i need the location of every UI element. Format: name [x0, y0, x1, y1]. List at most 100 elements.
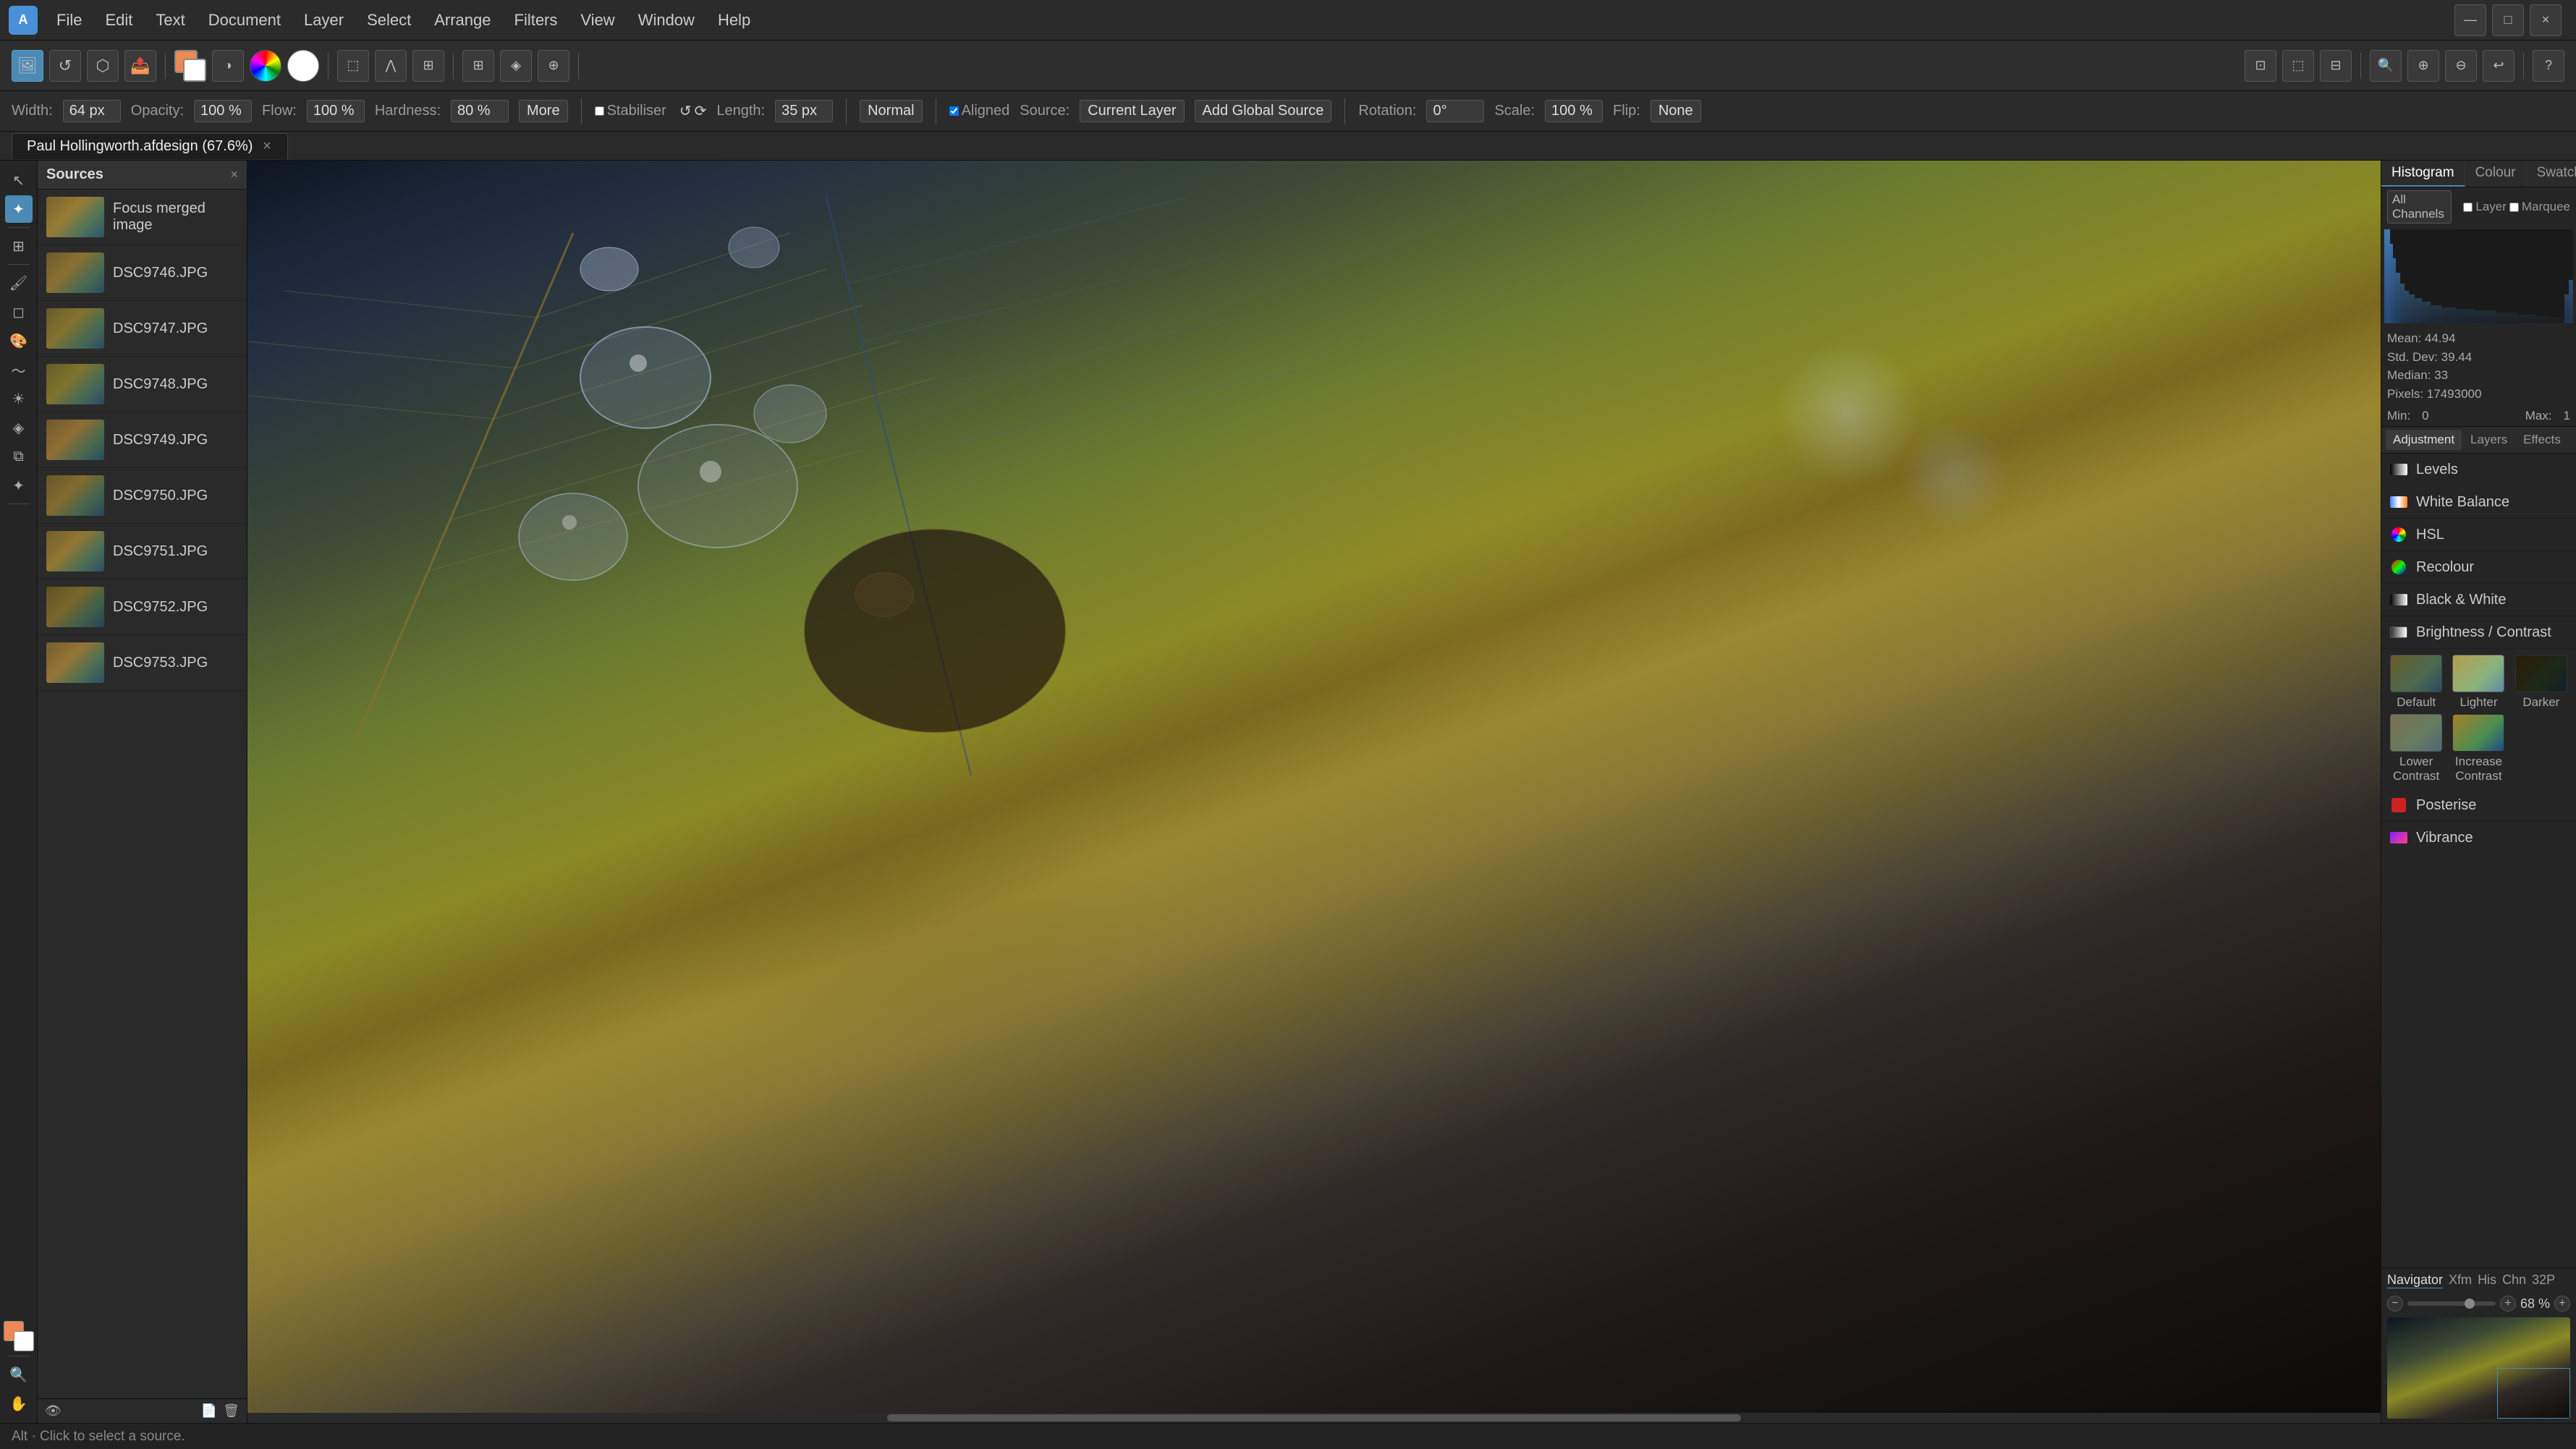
nav-tab-chn[interactable]: Chn — [2502, 1272, 2526, 1288]
export-btn[interactable]: ⬚ — [2282, 50, 2314, 82]
rotation-input[interactable]: 0° — [1426, 100, 1484, 122]
menu-arrange[interactable]: Arrange — [424, 7, 501, 34]
marquee-checkbox[interactable] — [2509, 203, 2519, 212]
zoom-slider[interactable] — [2407, 1301, 2496, 1306]
hardness-input[interactable]: 80 % — [451, 100, 509, 122]
menu-select[interactable]: Select — [357, 7, 421, 34]
blend-mode-dropdown[interactable]: Normal — [860, 100, 922, 122]
delete-source-icon[interactable]: 🗑 — [223, 1403, 240, 1419]
minimize-btn[interactable]: — — [2454, 4, 2486, 36]
grid-view[interactable]: ⊞ — [462, 50, 494, 82]
source-item-6[interactable]: DSC9752.JPG — [38, 579, 247, 635]
menu-file[interactable]: File — [46, 7, 92, 34]
adj-tab-adjustment[interactable]: Adjustment — [2386, 430, 2462, 450]
flip-dropdown[interactable]: None — [1651, 100, 1701, 122]
tool-zoom[interactable]: 🔍 — [5, 1361, 33, 1388]
histogram-tab[interactable]: Histogram — [2381, 161, 2465, 187]
tool-move[interactable]: ↖ — [5, 166, 33, 194]
stamp-tool[interactable]: ◈ — [500, 50, 532, 82]
new-source-icon[interactable]: 📄 — [201, 1403, 217, 1419]
tool-patch[interactable]: ⧉ — [5, 443, 33, 470]
adj-recolour[interactable]: Recolour — [2381, 551, 2576, 584]
adj-tab-effects[interactable]: Effects — [2516, 430, 2568, 450]
circle-btn[interactable] — [287, 50, 319, 82]
color-wheel-btn[interactable] — [250, 50, 281, 82]
channel-dropdown[interactable]: All Channels — [2387, 190, 2452, 224]
zoom-fit[interactable]: 🔍 — [2370, 50, 2402, 82]
more-dropdown[interactable]: More — [519, 100, 568, 122]
preset-default[interactable]: Default — [2387, 655, 2445, 710]
menu-help[interactable]: Help — [708, 7, 760, 34]
add-global-source-btn[interactable]: Add Global Source — [1195, 100, 1332, 122]
adj-tab-layers[interactable]: Layers — [2463, 430, 2514, 450]
menu-text[interactable]: Text — [145, 7, 195, 34]
swatches-tab[interactable]: Swatches — [2527, 161, 2576, 187]
tool-pointer[interactable]: ✦ — [5, 195, 33, 223]
nav-tab-xfm[interactable]: Xfm — [2449, 1272, 2472, 1288]
half-circle-btn[interactable]: ◑ — [212, 50, 244, 82]
tool-hand[interactable]: ✋ — [5, 1390, 33, 1417]
preset-lighter[interactable]: Lighter — [2449, 655, 2507, 710]
undo-btn[interactable]: ↩ — [2483, 50, 2514, 82]
width-input[interactable]: 64 px — [63, 100, 121, 122]
scrollbar-horizontal[interactable] — [247, 1413, 2381, 1423]
tool-paint[interactable]: 🎨 — [5, 327, 33, 354]
nav-tab-his[interactable]: His — [2478, 1272, 2496, 1288]
layer-checkbox[interactable] — [2463, 203, 2473, 212]
opacity-input[interactable]: 100 % — [194, 100, 252, 122]
eye-icon[interactable]: 👁 — [45, 1403, 62, 1419]
select-lasso[interactable]: ⋀ — [375, 50, 407, 82]
nav-tab-navigator[interactable]: Navigator — [2387, 1272, 2443, 1288]
zoom-out[interactable]: ⊖ — [2445, 50, 2477, 82]
layout-btn[interactable]: ⊟ — [2320, 50, 2352, 82]
navigator-preview[interactable] — [2387, 1317, 2570, 1419]
file-tab-item[interactable]: Paul Hollingworth.afdesign (67.6%) × — [12, 133, 288, 159]
tool-clone[interactable]: ◈ — [5, 414, 33, 441]
arrange-btn[interactable]: ⊡ — [2245, 50, 2276, 82]
adj-tab-styles[interactable]: Styles — [2569, 430, 2576, 450]
persona-export[interactable]: 📤 — [124, 50, 156, 82]
source-item-4[interactable]: DSC9750.JPG — [38, 468, 247, 524]
source-dropdown[interactable]: Current Layer — [1080, 100, 1184, 122]
source-item-1[interactable]: DSC9747.JPG — [38, 301, 247, 357]
crop-tool[interactable]: ⊞ — [412, 50, 444, 82]
source-item-0[interactable]: DSC9746.JPG — [38, 245, 247, 301]
macro-btn[interactable]: ⊕ — [538, 50, 569, 82]
adj-posterise[interactable]: Posterise — [2381, 789, 2576, 822]
flow-input[interactable]: 100 % — [307, 100, 365, 122]
maximize-btn[interactable]: □ — [2492, 4, 2524, 36]
adj-black-white[interactable]: Black & White — [2381, 584, 2576, 616]
tool-eraser[interactable]: ◻ — [5, 298, 33, 326]
source-item-5[interactable]: DSC9751.JPG — [38, 524, 247, 579]
source-item-3[interactable]: DSC9749.JPG — [38, 412, 247, 468]
sources-close-btn[interactable]: × — [230, 167, 238, 182]
preset-darker[interactable]: Darker — [2512, 655, 2570, 710]
scale-input[interactable]: 100 % — [1545, 100, 1603, 122]
preset-increase-contrast[interactable]: Increase Contrast — [2449, 714, 2507, 783]
help-icon[interactable]: ? — [2533, 50, 2564, 82]
source-item-2[interactable]: DSC9748.JPG — [38, 357, 247, 412]
adj-vibrance[interactable]: Vibrance — [2381, 822, 2576, 854]
close-btn[interactable]: × — [2530, 4, 2562, 36]
select-rect[interactable]: ⬚ — [337, 50, 369, 82]
adj-white-balance[interactable]: White Balance — [2381, 486, 2576, 519]
menu-document[interactable]: Document — [198, 7, 291, 34]
tool-retouch[interactable]: ✦ — [5, 472, 33, 499]
source-item-7[interactable]: DSC9753.JPG — [38, 635, 247, 691]
zoom-out-btn[interactable]: − — [2387, 1296, 2403, 1312]
file-tab-close[interactable]: × — [261, 140, 273, 152]
adj-levels[interactable]: Levels — [2381, 454, 2576, 486]
color-swatches[interactable] — [174, 50, 206, 82]
colour-tab[interactable]: Colour — [2465, 161, 2527, 187]
preset-lower-contrast[interactable]: Lower Contrast — [2387, 714, 2445, 783]
persona-photo[interactable]: 🖼 — [12, 50, 43, 82]
source-item-focus[interactable]: Focus merged image — [38, 190, 247, 245]
tool-transform[interactable]: ⊞ — [5, 232, 33, 260]
adj-brightness-contrast[interactable]: Brightness / Contrast — [2381, 616, 2576, 649]
tool-smudge[interactable]: 〜 — [5, 356, 33, 383]
zoom-in[interactable]: ⊕ — [2407, 50, 2439, 82]
tool-brush[interactable]: 🖌 — [5, 269, 33, 297]
zoom-in-btn[interactable]: + — [2500, 1296, 2516, 1312]
persona-liquify[interactable]: ↺ — [49, 50, 81, 82]
canvas-area[interactable] — [247, 161, 2381, 1423]
